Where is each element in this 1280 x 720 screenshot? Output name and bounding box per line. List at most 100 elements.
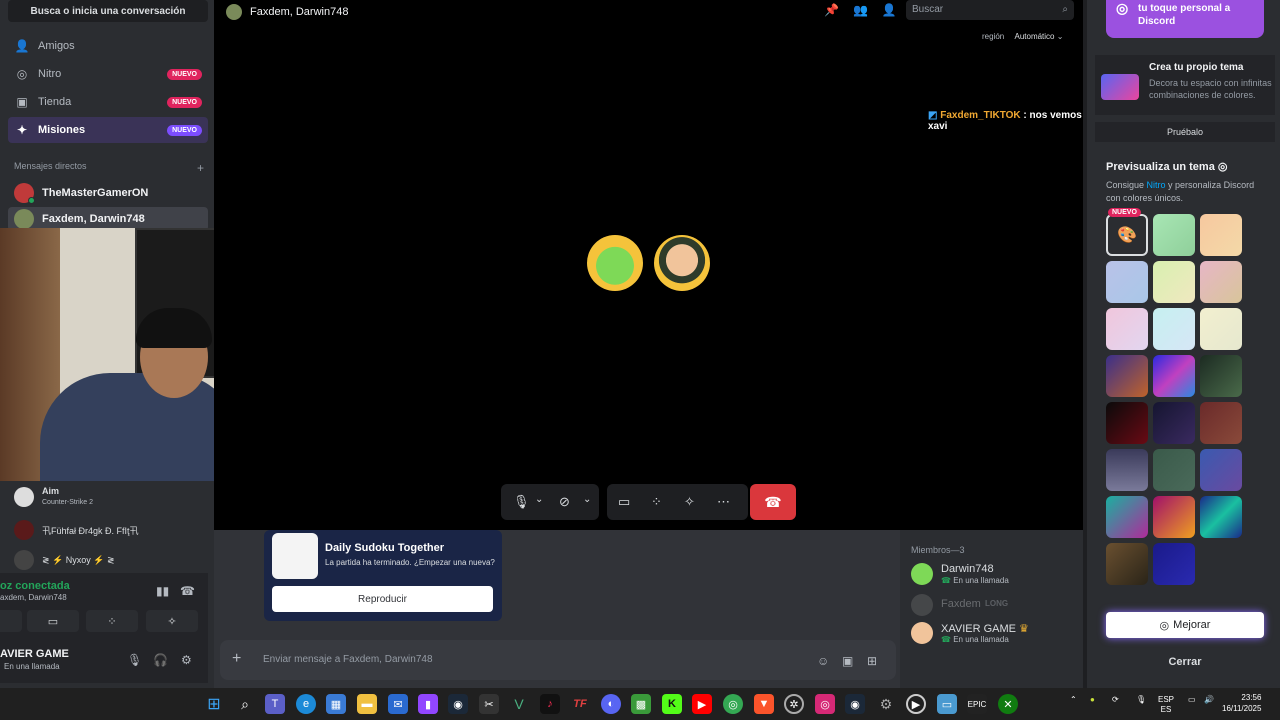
soundboard-icon[interactable]: ✧ <box>684 494 695 510</box>
search-icon[interactable]: ⌕ <box>235 694 255 714</box>
file-explorer-icon[interactable]: ▬ <box>357 694 377 714</box>
conversation-search[interactable]: Busca o inicia una conversación <box>8 0 208 22</box>
theme-swatch-blaze[interactable] <box>1153 496 1195 538</box>
dm-item[interactable]: TheMasterGamerON <box>8 181 208 205</box>
theme-swatch-cobalt[interactable] <box>1153 543 1195 585</box>
theme-swatch-ocean[interactable] <box>1200 496 1242 538</box>
screen-share-button[interactable]: ▭ <box>27 610 79 632</box>
tray-chevron-icon[interactable]: ⌃ <box>1070 695 1077 705</box>
theme-swatch-pink[interactable] <box>1106 308 1148 350</box>
participant-avatar[interactable] <box>654 235 710 291</box>
close-button[interactable]: Cerrar <box>1106 652 1264 672</box>
headphones-icon[interactable]: 🎧 <box>153 653 168 667</box>
settings-gear-icon[interactable]: ⚙ <box>181 653 192 667</box>
camera-off-icon[interactable]: ⊘ <box>559 494 570 510</box>
theme-swatch-mint[interactable] <box>1153 214 1195 256</box>
play-button[interactable]: Reproducir <box>272 586 493 612</box>
teams-icon[interactable]: T <box>265 694 285 714</box>
theme-swatch-mars[interactable] <box>1200 402 1242 444</box>
custom-theme-swatch[interactable]: 🎨 <box>1106 214 1148 256</box>
theme-swatch-rose[interactable] <box>1200 261 1242 303</box>
discord-icon[interactable]: ◐ <box>601 694 621 714</box>
try-button[interactable]: Pruébalo <box>1095 122 1275 142</box>
sticker-icon[interactable]: ▣ <box>842 654 853 668</box>
chrome-icon[interactable]: ◎ <box>723 694 743 714</box>
tray-sync-icon[interactable]: ⟳ <box>1112 695 1119 705</box>
theme-swatch-crimson[interactable] <box>1106 402 1148 444</box>
theme-swatch-forest[interactable] <box>1200 355 1242 397</box>
nav-shop[interactable]: ▣ Tienda NUEVO <box>8 89 208 115</box>
epic-games-icon[interactable]: EPIC <box>967 694 987 714</box>
vectorworks-icon[interactable]: V <box>509 694 529 714</box>
tf-icon[interactable]: TF <box>570 694 590 714</box>
more-icon[interactable]: ⋯ <box>717 494 730 510</box>
theme-swatch-sage[interactable] <box>1153 449 1195 491</box>
activity-item[interactable]: 卂Fühfał Ðr4gk Ð. FfIţ卂 <box>0 520 214 540</box>
voice-channel[interactable]: axdem, Darwin748 <box>0 593 67 602</box>
volume-icon[interactable]: 🔊 <box>1204 695 1214 705</box>
add-dm-icon[interactable]: + <box>197 161 204 175</box>
pin-icon[interactable]: 📌 <box>824 3 839 17</box>
user-name[interactable]: AVIER GAME <box>0 648 69 660</box>
theme-swatch-peach[interactable] <box>1200 214 1242 256</box>
store-icon[interactable]: ▦ <box>326 694 346 714</box>
chevron-down-icon[interactable]: ⌄ <box>535 494 543 505</box>
theme-swatch-blurple[interactable] <box>1200 449 1242 491</box>
improve-button[interactable]: ◎ Mejorar <box>1106 612 1264 638</box>
nitro-link[interactable]: Nitro <box>1147 180 1166 190</box>
chevron-down-icon[interactable]: ⌄ <box>583 494 591 505</box>
nav-nitro[interactable]: ◎ Nitro NUEVO <box>8 61 208 87</box>
theme-swatch-sunset[interactable] <box>1106 355 1148 397</box>
nav-friends[interactable]: 👤 Amigos <box>8 33 208 59</box>
theme-swatch-neon[interactable] <box>1106 496 1148 538</box>
tray-app-icon[interactable]: ● <box>1090 695 1095 705</box>
windows-start-icon[interactable]: ⊞ <box>204 694 224 714</box>
disconnect-icon[interactable]: ☎ <box>180 584 195 598</box>
nitro-promo-card[interactable]: ◎ tu toque personal a Discord <box>1106 0 1264 38</box>
theme-swatch-aqua[interactable] <box>1153 308 1195 350</box>
activities-icon[interactable]: ⁘ <box>651 494 662 510</box>
xbox-icon[interactable]: ✕ <box>998 694 1018 714</box>
emoji-icon[interactable]: ☺ <box>817 654 829 668</box>
edge-icon[interactable]: e <box>296 694 316 714</box>
media-player-icon[interactable]: ▶ <box>906 694 926 714</box>
theme-swatch-bronze[interactable] <box>1106 543 1148 585</box>
tray-mic-icon[interactable]: 🎙 <box>1136 695 1146 705</box>
system-clock[interactable]: 23:56 16/11/2025 <box>1222 692 1261 714</box>
add-friends-icon[interactable]: 👥 <box>853 3 868 17</box>
mic-icon[interactable]: 🎙 <box>127 653 142 667</box>
theme-swatch-lime[interactable] <box>1153 261 1195 303</box>
settings-icon[interactable]: ⚙ <box>876 694 896 714</box>
nav-quests[interactable]: ✦ Misiones NUEVO <box>8 117 208 143</box>
youtube-icon[interactable]: ▶ <box>692 694 712 714</box>
twitch-icon[interactable]: ▮ <box>418 694 438 714</box>
theme-swatch-aurora[interactable] <box>1153 355 1195 397</box>
kick-icon[interactable]: K <box>662 694 682 714</box>
member-list-icon[interactable]: 👤 <box>882 3 897 17</box>
theme-swatch-dusk[interactable] <box>1106 449 1148 491</box>
remote-desktop-icon[interactable]: ▭ <box>937 694 957 714</box>
noise-suppression-icon[interactable]: ▮▮ <box>156 584 169 598</box>
theme-swatch-cream[interactable] <box>1200 308 1242 350</box>
camera-button[interactable] <box>0 610 22 632</box>
brave-icon[interactable]: ▼ <box>754 694 774 714</box>
tiktok-icon[interactable]: ♪ <box>540 694 560 714</box>
mic-icon[interactable]: 🎙 <box>513 494 530 510</box>
language-indicator[interactable]: ESP ES <box>1158 695 1174 715</box>
screen-share-icon[interactable]: ▭ <box>618 494 630 510</box>
hangup-button[interactable]: ☎ <box>750 484 796 520</box>
network-icon[interactable]: ▭ <box>1188 695 1196 705</box>
region-select[interactable]: región Automático ⌄ <box>982 32 1063 41</box>
soundboard-button[interactable]: ✧ <box>146 610 198 632</box>
search-input[interactable]: Buscar ⌕ <box>906 0 1074 20</box>
capcut-icon[interactable]: ✂ <box>479 694 499 714</box>
theme-swatch-midnight[interactable] <box>1153 402 1195 444</box>
gift-icon[interactable]: ⊞ <box>867 654 877 668</box>
instagram-icon[interactable]: ◎ <box>815 694 835 714</box>
theme-swatch-lavender[interactable] <box>1106 261 1148 303</box>
add-attachment-icon[interactable]: + <box>232 650 241 668</box>
mail-icon[interactable]: ✉ <box>388 694 408 714</box>
chatgpt-icon[interactable]: ✲ <box>784 694 804 714</box>
activity-item[interactable]: Aim Counter-Strike 2 <box>0 486 214 508</box>
steam-icon[interactable]: ◉ <box>448 694 468 714</box>
